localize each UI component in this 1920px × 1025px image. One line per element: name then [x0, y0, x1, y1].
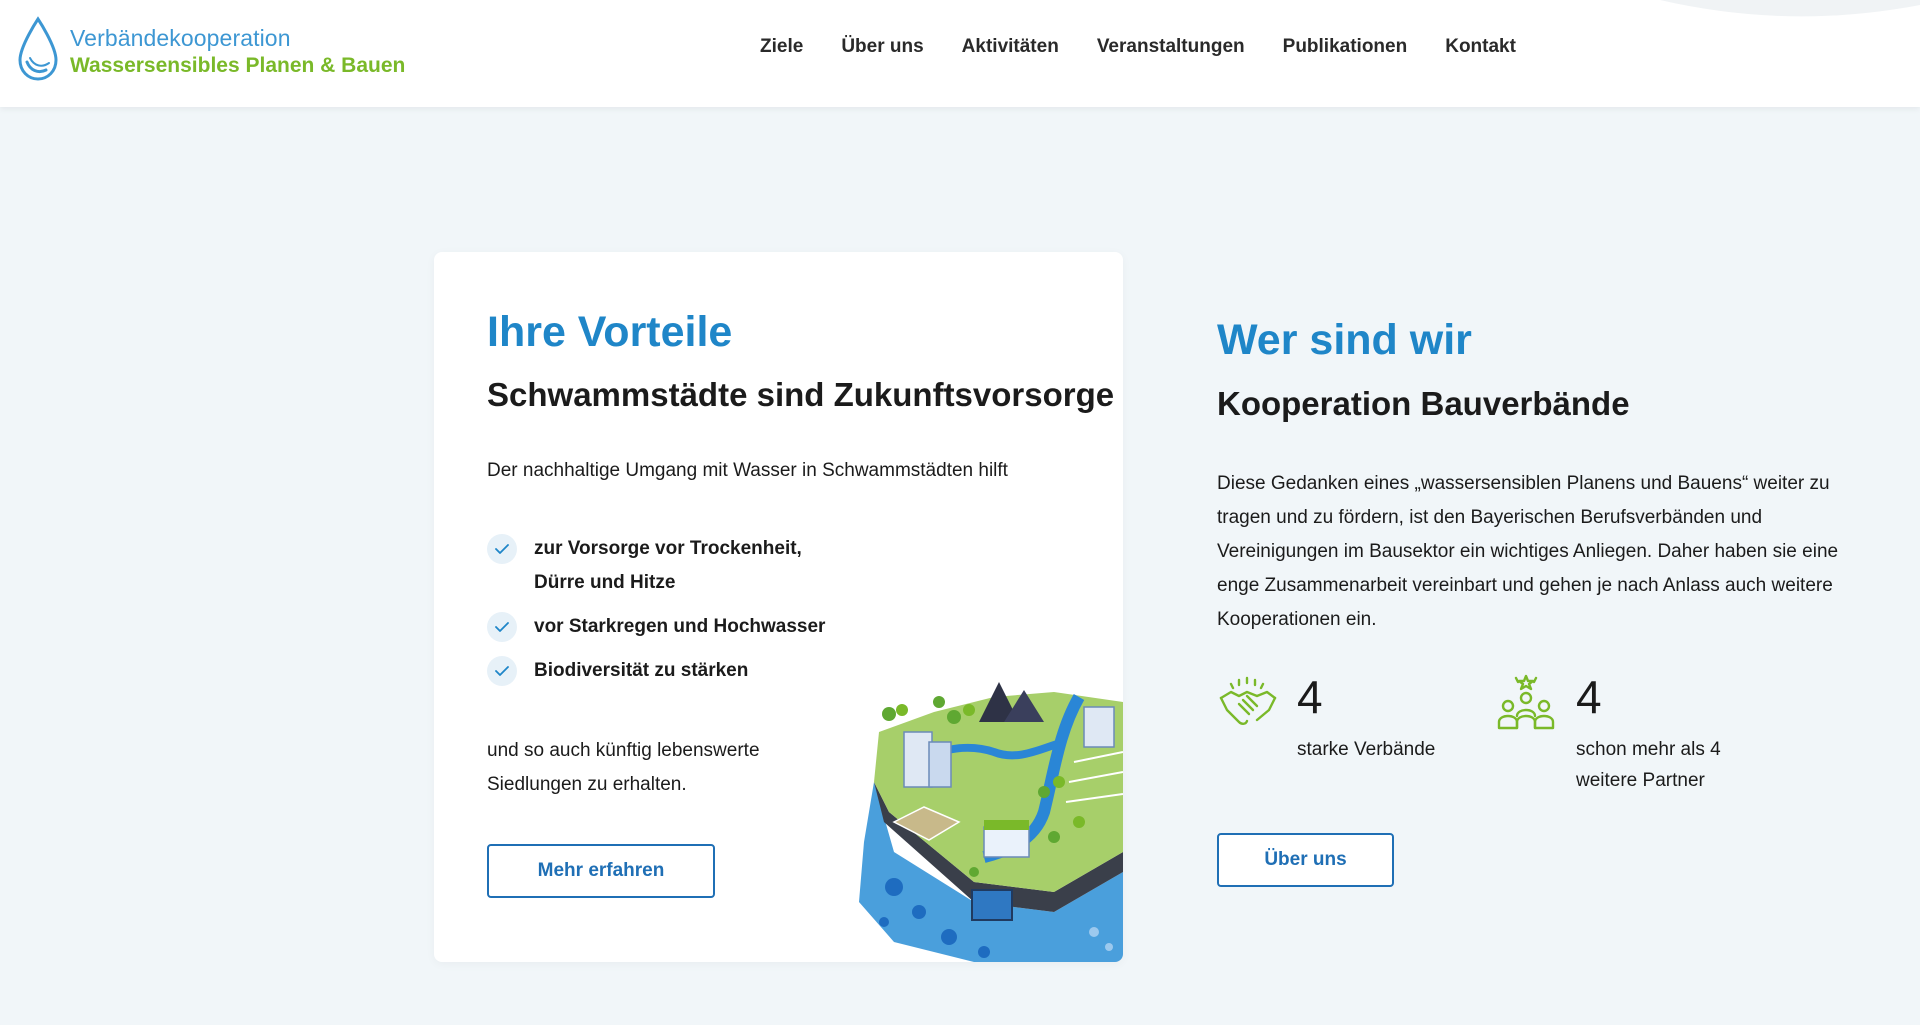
- nav-item-ueber-uns[interactable]: Über uns: [841, 36, 923, 58]
- benefits-intro: Der nachhaltige Umgang mit Wasser in Sch…: [487, 460, 1008, 481]
- benefit-text: Biodiversität zu stärken: [534, 660, 749, 681]
- list-item: zur Vorsorge vor Trockenheit, Dürre und …: [487, 534, 834, 600]
- list-item: Biodiversität zu stärken: [487, 656, 834, 688]
- benefits-outro: und so auch künftig lebenswerte Siedlung…: [487, 740, 760, 795]
- nav-item-aktivitaeten[interactable]: Aktivitäten: [962, 36, 1059, 58]
- about-text: Diese Gedanken eines „wassersensiblen Pl…: [1217, 473, 1839, 630]
- about-subtitle: Kooperation Bauverbände: [1217, 385, 1630, 422]
- check-icon: [487, 534, 517, 564]
- stat-number: 4: [1297, 671, 1323, 723]
- about-title: Wer sind wir: [1217, 316, 1472, 364]
- benefit-text: zur Vorsorge vor Trockenheit, Dürre und …: [534, 538, 802, 593]
- group-icon: [1497, 674, 1555, 730]
- benefits-subtitle: Schwammstädte sind Zukunftsvorsorge: [487, 376, 1115, 413]
- stat-label: starke Verbände: [1297, 739, 1436, 760]
- nav-item-ziele[interactable]: Ziele: [760, 36, 803, 58]
- handshake-icon: [1219, 676, 1277, 725]
- check-icon: [487, 656, 517, 686]
- check-icon: [487, 612, 517, 642]
- sponge-city-illustration: [859, 682, 1123, 962]
- benefit-text: vor Starkregen und Hochwasser: [534, 616, 826, 637]
- nav-item-kontakt[interactable]: Kontakt: [1445, 36, 1516, 58]
- header-decoration: [1660, 0, 1920, 17]
- main-nav: Ziele Über uns Aktivitäten Veranstaltung…: [760, 36, 1554, 58]
- stat-number: 4: [1576, 671, 1602, 723]
- list-item: vor Starkregen und Hochwasser: [487, 612, 834, 644]
- site-logo[interactable]: Verbändekooperation Wassersensibles Plan…: [16, 16, 405, 82]
- water-drop-icon: [18, 16, 58, 81]
- benefits-card: Ihre Vorteile Schwammstädte sind Zukunft…: [434, 252, 1123, 962]
- benefits-list: zur Vorsorge vor Trockenheit, Dürre und …: [487, 534, 834, 700]
- more-info-button[interactable]: Mehr erfahren: [487, 844, 715, 898]
- about-us-button[interactable]: Über uns: [1217, 833, 1394, 887]
- site-header: Verbändekooperation Wassersensibles Plan…: [0, 0, 1920, 107]
- benefits-title: Ihre Vorteile: [487, 308, 733, 356]
- nav-item-publikationen[interactable]: Publikationen: [1283, 36, 1408, 58]
- logo-subtitle: Wassersensibles Planen & Bauen: [70, 54, 406, 77]
- stat-label: schon mehr als 4 weitere Partner: [1576, 739, 1721, 791]
- nav-item-veranstaltungen[interactable]: Veranstaltungen: [1097, 36, 1245, 58]
- logo-title: Verbändekooperation: [70, 25, 291, 51]
